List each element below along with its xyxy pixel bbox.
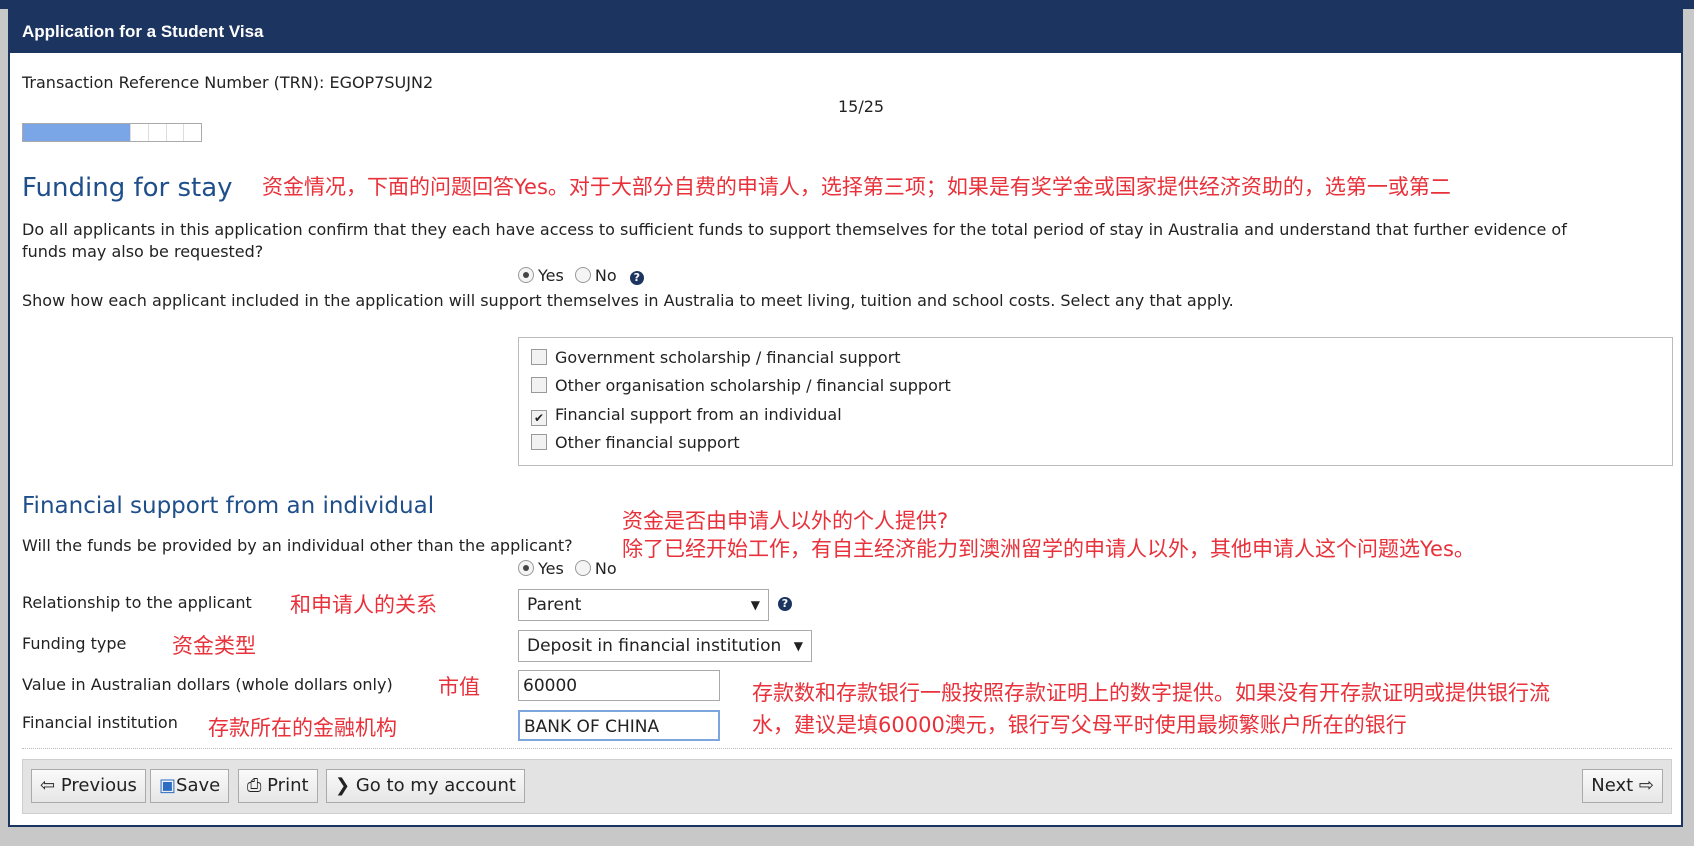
progress-count: 15/25 [838, 97, 885, 116]
previous-button[interactable]: ⇦ Previous [31, 769, 146, 803]
relationship-annotation: 和申请人的关系 [290, 593, 437, 617]
dropdown-arrow-icon: ▼ [793, 639, 803, 653]
button-label: Print [267, 775, 309, 796]
individual-heading: Financial support from an individual [22, 493, 435, 519]
option-label: Other financial support [555, 433, 740, 452]
option-label: Government scholarship / financial suppo… [555, 348, 901, 367]
button-label: Go to my account [355, 775, 516, 796]
selected-value: Deposit in financial institution [527, 636, 782, 656]
page-header: Application for a Student Visa [10, 11, 1681, 53]
individual-no-radio[interactable] [574, 560, 591, 576]
funding-type-select[interactable]: Deposit in financial institution ▼ [518, 630, 812, 662]
yes-label: Yes [538, 266, 564, 285]
checkbox[interactable] [531, 377, 547, 393]
help-icon[interactable]: ? [778, 597, 792, 611]
selected-value: Parent [527, 595, 582, 615]
funding-heading: Funding for stay [22, 173, 233, 203]
value-label: Value in Australian dollars (whole dolla… [22, 675, 393, 694]
institution-input[interactable]: BANK OF CHINA [518, 710, 720, 741]
button-label: Save [176, 775, 221, 796]
trn-label: Transaction Reference Number (TRN): EGOP… [22, 73, 434, 92]
individual-yes-radio[interactable] [518, 560, 534, 576]
option-label: Financial support from an individual [555, 405, 842, 424]
funding-type-label: Funding type [22, 634, 127, 653]
support-options-box: Government scholarship / financial suppo… [518, 337, 1673, 466]
button-label: Previous [60, 775, 137, 796]
value-annotation: 市值 [438, 675, 480, 699]
dropdown-arrow-icon: ▼ [750, 598, 760, 612]
institution-label: Financial institution [22, 713, 178, 732]
checkbox[interactable] [531, 434, 547, 450]
option-other-financial[interactable]: Other financial support [531, 433, 740, 452]
funding-no-radio[interactable] [574, 267, 591, 283]
chevron-right-icon: ❯ [335, 775, 351, 796]
application-panel: Application for a Student Visa Transacti… [8, 9, 1683, 827]
deposit-annotation-2: 水，建议是填60000澳元，银行写父母平时使用最频繁账户所在的银行 [752, 713, 1407, 737]
funding-type-annotation: 资金类型 [172, 634, 256, 658]
individual-radio-group: Yes No [518, 559, 617, 578]
funding-yes-radio[interactable] [518, 267, 534, 283]
funding-radio-group: Yes No ? [518, 266, 644, 285]
individual-question: Will the funds be provided by an individ… [22, 536, 573, 555]
relationship-label: Relationship to the applicant [22, 593, 252, 612]
divider [22, 748, 1672, 749]
window-top-strip [0, 0, 1694, 9]
individual-annotation-2: 除了已经开始工作，有自主经济能力到澳洲留学的申请人以外，其他申请人这个问题选Ye… [622, 537, 1475, 561]
progress-bar [22, 123, 202, 142]
funding-question-line1: Do all applicants in this application co… [22, 220, 1567, 239]
no-label: No [594, 266, 617, 285]
next-button[interactable]: Next ⇨ [1582, 769, 1663, 803]
relationship-select[interactable]: Parent ▼ [518, 589, 769, 621]
button-label: Next [1591, 775, 1634, 796]
option-other-organisation[interactable]: Other organisation scholarship / financi… [531, 376, 951, 395]
go-to-account-button[interactable]: ❯ Go to my account [326, 769, 525, 803]
yes-label: Yes [538, 559, 564, 578]
arrow-right-icon: ⇨ [1638, 775, 1654, 796]
navigation-bar: ⇦ Previous ▣Save ⎙ Print ❯ Go to my acco… [22, 759, 1672, 814]
save-button[interactable]: ▣Save [150, 769, 230, 803]
arrow-left-icon: ⇦ [40, 775, 56, 796]
option-individual[interactable]: ✔ Financial support from an individual [531, 405, 842, 426]
checkbox[interactable] [531, 349, 547, 365]
help-icon[interactable]: ? [629, 271, 644, 285]
funding-annotation: 资金情况，下面的问题回答Yes。对于大部分自费的申请人，选择第三项；如果是有奖学… [262, 175, 1451, 199]
print-icon: ⎙ [247, 775, 262, 796]
save-icon: ▣ [159, 775, 177, 796]
individual-annotation-1: 资金是否由申请人以外的个人提供? [622, 509, 949, 533]
deposit-annotation-1: 存款数和存款银行一般按照存款证明上的数字提供。如果没有开存款证明或提供银行流 [752, 681, 1550, 705]
no-label: No [594, 559, 617, 578]
print-button[interactable]: ⎙ Print [238, 769, 318, 803]
value-input[interactable]: 60000 [518, 670, 720, 701]
option-label: Other organisation scholarship / financi… [555, 376, 951, 395]
option-government[interactable]: Government scholarship / financial suppo… [531, 348, 901, 367]
institution-annotation: 存款所在的金融机构 [208, 716, 397, 740]
funding-question-line2: funds may also be requested? [22, 242, 264, 261]
support-instruction: Show how each applicant included in the … [22, 291, 1234, 310]
checkbox-checked[interactable]: ✔ [531, 410, 547, 426]
